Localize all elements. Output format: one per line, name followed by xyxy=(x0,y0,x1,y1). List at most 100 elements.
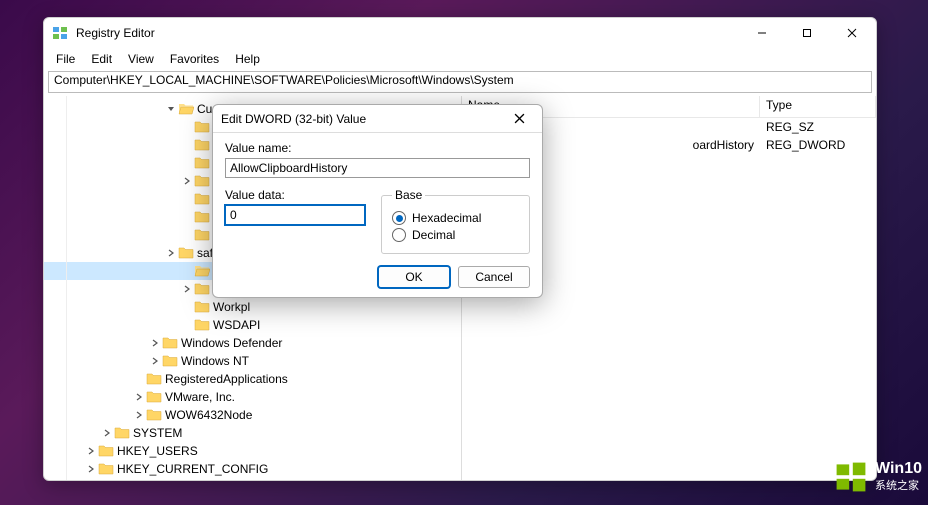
watermark-text: Win10 系统之家 xyxy=(875,461,922,493)
dialog-body: Value name: Value data: Base Hexadecimal… xyxy=(213,133,542,262)
chevron-right-icon[interactable] xyxy=(100,426,114,440)
menu-view[interactable]: View xyxy=(120,50,162,68)
value-data-input[interactable] xyxy=(225,205,365,225)
folder-icon xyxy=(194,300,210,314)
tree-item[interactable]: VMware, Inc. xyxy=(44,388,461,406)
radio-hexadecimal[interactable]: Hexadecimal xyxy=(392,211,519,225)
chevron-right-icon[interactable] xyxy=(180,282,194,296)
value-data-label: Value data: xyxy=(225,188,365,202)
dialog-buttons: OK Cancel xyxy=(213,262,542,300)
close-button[interactable] xyxy=(829,19,874,47)
folder-icon xyxy=(98,462,114,476)
tree-item[interactable]: Workpl xyxy=(44,298,461,316)
window-controls xyxy=(739,19,874,47)
maximize-button[interactable] xyxy=(784,19,829,47)
menubar: File Edit View Favorites Help xyxy=(44,48,876,70)
tree-label: SYSTEM xyxy=(133,426,182,440)
menu-edit[interactable]: Edit xyxy=(83,50,120,68)
chevron-none xyxy=(180,138,194,152)
dialog-titlebar[interactable]: Edit DWORD (32-bit) Value xyxy=(213,105,542,133)
chevron-none xyxy=(180,192,194,206)
folder-icon xyxy=(194,210,210,224)
folder-icon xyxy=(162,336,178,350)
folder-icon xyxy=(146,408,162,422)
menu-help[interactable]: Help xyxy=(227,50,268,68)
chevron-none xyxy=(180,264,194,278)
list-cell-type: REG_SZ xyxy=(760,120,820,134)
win10-logo-icon xyxy=(833,459,869,495)
chevron-none xyxy=(180,210,194,224)
minimize-button[interactable] xyxy=(739,19,784,47)
chevron-none xyxy=(132,372,146,386)
chevron-none xyxy=(180,120,194,134)
menu-favorites[interactable]: Favorites xyxy=(162,50,227,68)
menu-file[interactable]: File xyxy=(48,50,83,68)
folder-icon xyxy=(98,444,114,458)
tree-label: HKEY_CURRENT_CONFIG xyxy=(117,462,268,476)
tree-label: HKEY_USERS xyxy=(117,444,198,458)
tree-label: RegisteredApplications xyxy=(165,372,288,386)
tree-item[interactable]: HKEY_USERS xyxy=(44,442,461,460)
chevron-right-icon[interactable] xyxy=(132,408,146,422)
dialog-title: Edit DWORD (32-bit) Value xyxy=(221,112,504,126)
folder-icon xyxy=(194,138,210,152)
hex-label: Hexadecimal xyxy=(412,211,481,225)
chevron-right-icon[interactable] xyxy=(84,444,98,458)
chevron-right-icon[interactable] xyxy=(148,354,162,368)
chevron-right-icon[interactable] xyxy=(180,174,194,188)
tree-item[interactable]: WOW6432Node xyxy=(44,406,461,424)
chevron-down-icon[interactable] xyxy=(164,102,178,116)
radio-decimal[interactable]: Decimal xyxy=(392,228,519,242)
chevron-none xyxy=(180,318,194,332)
chevron-none xyxy=(180,300,194,314)
titlebar[interactable]: Registry Editor xyxy=(44,18,876,48)
tree-item[interactable]: RegisteredApplications xyxy=(44,370,461,388)
watermark: Win10 系统之家 xyxy=(833,459,922,495)
folder-icon xyxy=(194,282,210,296)
chevron-right-icon[interactable] xyxy=(148,336,162,350)
base-legend: Base xyxy=(392,188,425,202)
folder-icon xyxy=(162,354,178,368)
col-type[interactable]: Type xyxy=(760,96,876,117)
folder-icon xyxy=(194,318,210,332)
radio-dot-hex xyxy=(392,211,406,225)
folder-icon xyxy=(178,102,194,116)
value-name-label: Value name: xyxy=(225,141,530,155)
chevron-none xyxy=(180,156,194,170)
folder-icon xyxy=(178,246,194,260)
base-fieldset: Base Hexadecimal Decimal xyxy=(381,188,530,254)
folder-icon xyxy=(114,426,130,440)
folder-icon xyxy=(194,156,210,170)
radio-dot-dec xyxy=(392,228,406,242)
edit-dword-dialog: Edit DWORD (32-bit) Value Value name: Va… xyxy=(212,104,543,298)
dialog-close-button[interactable] xyxy=(504,106,534,132)
window-title: Registry Editor xyxy=(76,26,739,40)
folder-icon xyxy=(146,390,162,404)
chevron-right-icon[interactable] xyxy=(84,462,98,476)
folder-icon xyxy=(194,192,210,206)
tree-label: WOW6432Node xyxy=(165,408,252,422)
folder-icon xyxy=(194,264,210,278)
dec-label: Decimal xyxy=(412,228,455,242)
chevron-right-icon[interactable] xyxy=(132,390,146,404)
tree-item[interactable]: WSDAPI xyxy=(44,316,461,334)
watermark-bottom: 系统之家 xyxy=(875,477,922,493)
tree-label: Windows Defender xyxy=(181,336,282,350)
regedit-icon xyxy=(52,25,68,41)
tree-label: Windows NT xyxy=(181,354,249,368)
ok-button[interactable]: OK xyxy=(378,266,450,288)
tree-label: Workpl xyxy=(213,300,250,314)
cancel-button[interactable]: Cancel xyxy=(458,266,530,288)
tree-item[interactable]: HKEY_CURRENT_CONFIG xyxy=(44,460,461,478)
tree-item[interactable]: Windows Defender xyxy=(44,334,461,352)
address-bar[interactable]: Computer\HKEY_LOCAL_MACHINE\SOFTWARE\Pol… xyxy=(48,71,872,93)
tree-item[interactable]: SYSTEM xyxy=(44,424,461,442)
tree-item[interactable]: Windows NT xyxy=(44,352,461,370)
value-name-input[interactable] xyxy=(225,158,530,178)
chevron-none xyxy=(180,228,194,242)
list-cell-type: REG_DWORD xyxy=(760,138,851,152)
chevron-right-icon[interactable] xyxy=(164,246,178,260)
folder-icon xyxy=(194,174,210,188)
tree-label: WSDAPI xyxy=(213,318,260,332)
folder-icon xyxy=(194,120,210,134)
